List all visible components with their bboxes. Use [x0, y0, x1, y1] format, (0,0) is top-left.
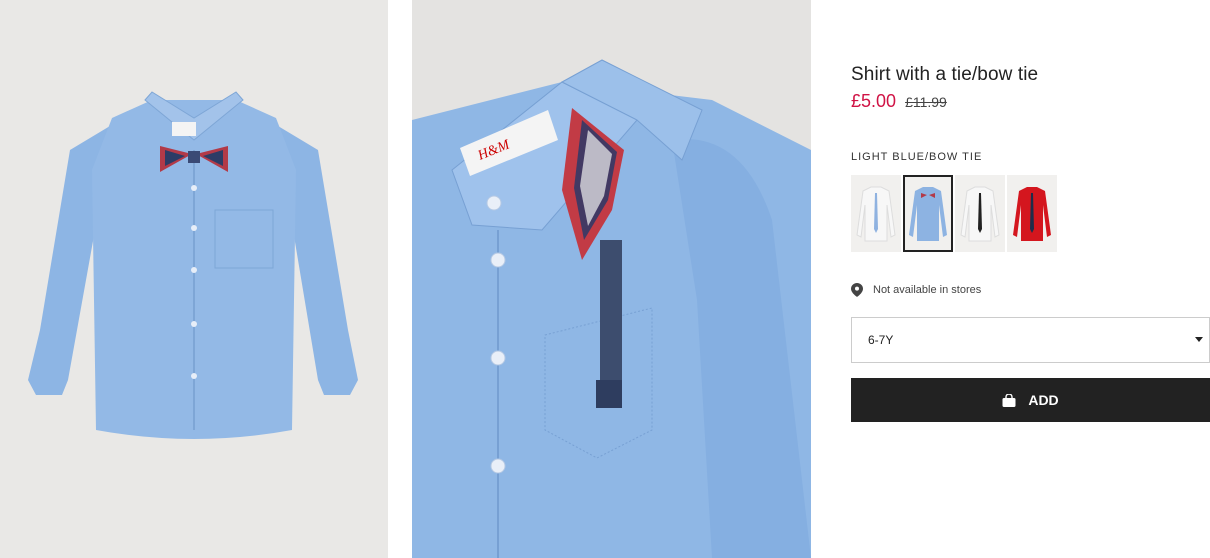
- store-availability: Not available in stores: [851, 283, 981, 297]
- location-pin-icon: [851, 283, 863, 297]
- product-image-front[interactable]: [0, 0, 388, 558]
- add-to-bag-button[interactable]: ADD: [851, 378, 1210, 422]
- color-swatches: [851, 175, 1057, 252]
- original-price: £11.99: [905, 94, 947, 110]
- shirt-front-illustration: [28, 91, 358, 439]
- shopping-bag-icon: [1002, 393, 1016, 407]
- size-dropdown[interactable]: 6-7Y: [851, 317, 1210, 363]
- price-row: £5.00 £11.99: [851, 91, 947, 112]
- swatch-light-blue-bow-tie[interactable]: [903, 175, 953, 252]
- sale-price: £5.00: [851, 91, 897, 111]
- product-image-detail[interactable]: H&M: [412, 0, 811, 558]
- selected-size: 6-7Y: [868, 333, 894, 347]
- product-info-panel: Shirt with a tie/bow tie £5.00 £11.99 LI…: [851, 0, 1210, 558]
- swatch-white-black-tie[interactable]: [955, 175, 1005, 252]
- chevron-down-icon: [1195, 337, 1203, 342]
- product-title: Shirt with a tie/bow tie: [851, 64, 1039, 85]
- availability-text: Not available in stores: [873, 284, 982, 296]
- add-button-label: ADD: [1028, 392, 1059, 408]
- swatch-white-blue-tie[interactable]: [851, 175, 901, 252]
- selected-color-label: LIGHT BLUE/BOW TIE: [851, 151, 983, 163]
- shirt-detail-illustration: H&M: [412, 59, 811, 558]
- swatch-red-navy-tie[interactable]: [1007, 175, 1057, 252]
